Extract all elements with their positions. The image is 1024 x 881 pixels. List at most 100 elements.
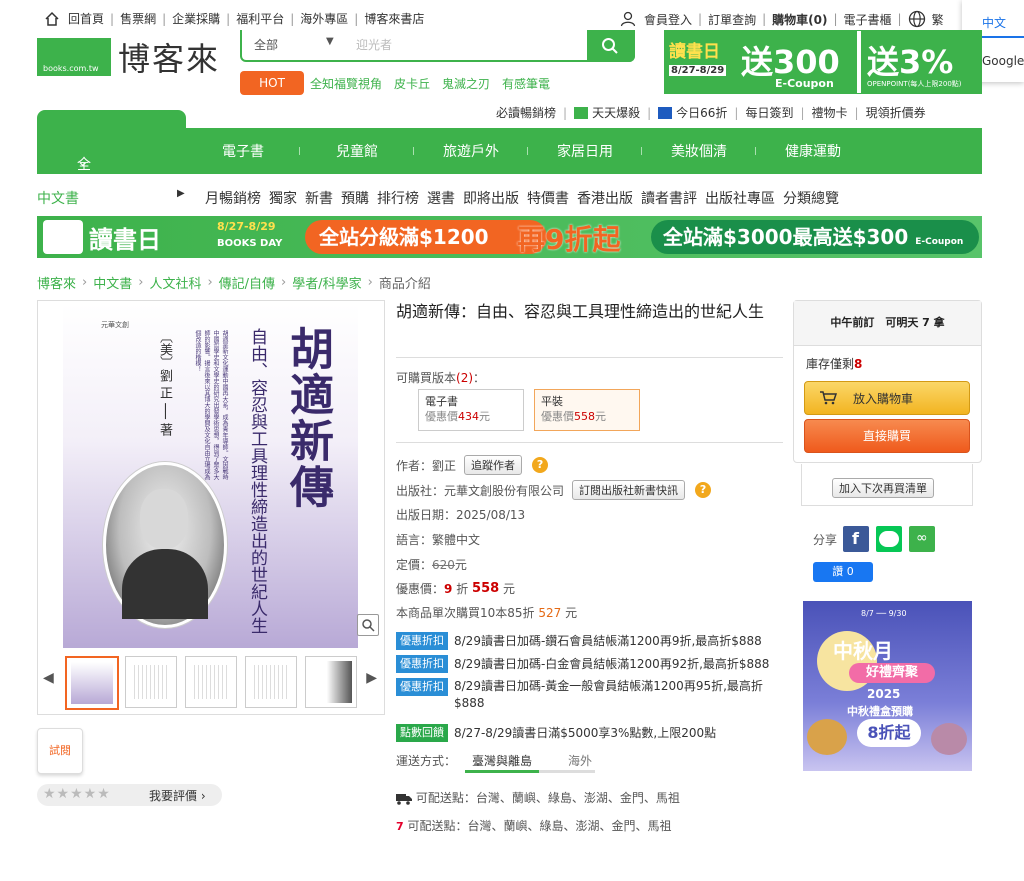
user-icon[interactable] [620,11,636,27]
thumbnail[interactable] [65,656,119,710]
facebook-like-button[interactable]: 讚 0 [813,562,873,582]
help-icon[interactable]: ? [532,457,549,473]
write-review-link[interactable]: 我要評價 › [149,787,206,804]
translate-google-label[interactable]: Google [982,54,1024,68]
tab-overseas[interactable]: 海外 [560,752,600,769]
nav-item-travel[interactable]: 旅遊戶外 [414,141,528,161]
orders-link[interactable]: 訂單查詢 [708,11,756,28]
author-portrait [103,462,227,628]
author-link[interactable]: 劉正 [432,457,456,474]
add-to-wishlist-button[interactable]: 加入下次再買清單 [832,478,934,498]
buy-now-button[interactable]: 直接購買 [804,419,970,453]
tab-taiwan[interactable]: 臺灣與離島 [465,752,539,769]
zoom-button[interactable] [357,614,379,636]
line-share-icon[interactable] [876,526,902,552]
version-option-paperback[interactable]: 平裝 優惠價558元 [534,389,640,431]
cover-title: 胡適新傳 [282,326,333,510]
publisher-link[interactable]: 元華文創股份有限公司 [444,482,564,499]
mid-autumn-ad[interactable]: 8/7 ── 9/30 中秋月 好禮齊聚 2025 中秋禮盒預購 8折起 [803,601,972,771]
top-link-enterprise[interactable]: 企業採購 [172,10,220,27]
language-link[interactable]: 繁 [932,11,944,28]
logo-text[interactable]: 博客來 [118,34,220,80]
category-link[interactable]: 特價書 [527,188,569,208]
category-link[interactable]: 香港出版 [577,188,633,208]
promo-banner-top[interactable]: 讀書日 8/27-8/29 送300 E-Coupon 送3% OPENPOIN… [664,30,982,94]
breadcrumb-link[interactable]: 博客來 [37,273,76,292]
category-current[interactable]: 中文書 [37,188,79,208]
thumbnail[interactable] [125,656,177,708]
top-link-tickets[interactable]: 售票網 [120,10,156,27]
category-link[interactable]: 新書 [305,188,333,208]
thumbnail-strip: ◀ ▶ [37,648,385,714]
category-link[interactable]: 獨家 [269,188,297,208]
chevron-down-icon[interactable]: ▼ [326,36,334,47]
quick-link-66off[interactable]: 今日66折 [676,104,727,121]
hot-keyword[interactable]: 全知福覽視角 [310,75,382,92]
nav-item-kids[interactable]: 兒童館 [300,141,414,161]
hot-keyword[interactable]: 有感筆電 [502,75,550,92]
subscribe-publisher-button[interactable]: 訂閱出版社新書快訊 [572,480,686,500]
books-day-banner[interactable]: 讀書日 8/27-8/29 BOOKS DAY 全站分級滿$1200 再9折起 … [37,216,982,258]
thumbnail-next-arrow[interactable]: ▶ [366,670,377,686]
translate-lang-tab[interactable]: 中文 [982,14,1006,31]
category-link[interactable]: 排行榜 [377,188,419,208]
buy-box: 中午前訂 可明天 7 拿 庫存僅剩8 放入購物車 直接購買 [793,300,982,463]
follow-author-button[interactable]: 追蹤作者 [464,455,523,475]
top-link-bookstore[interactable]: 博客來書店 [364,10,424,27]
category-link[interactable]: 預購 [341,188,369,208]
top-link-welfare[interactable]: 福利平台 [236,10,284,27]
nav-item-health[interactable]: 健康運動 [756,141,870,161]
hot-keyword[interactable]: 皮卡丘 [394,75,430,92]
globe-icon[interactable] [908,10,926,28]
thumbnail[interactable] [245,656,297,708]
top-link-overseas[interactable]: 海外專區 [300,10,348,27]
language-row: 語言： 繁體中文 [396,531,480,548]
home-icon[interactable] [44,11,60,27]
trial-read-button[interactable]: 試閱 [37,728,83,774]
category-link[interactable]: 出版社專區 [705,188,775,208]
thumbnail[interactable] [185,656,237,708]
wishlist-box: 加入下次再買清單 [801,464,973,506]
quick-link-checkin[interactable]: 每日簽到 [745,104,793,121]
category-link[interactable]: 讀者書評 [641,188,697,208]
thumbnail[interactable] [305,656,357,708]
nav-item-ebooks[interactable]: 電子書 [186,141,300,161]
version-option-ebook[interactable]: 電子書 優惠價434元 [418,389,524,431]
book-cover-image[interactable]: 元華文創 胡適新傳 自由、容忍與工具理性締造出的世紀人生 胡適是新文化運動中國再… [63,304,358,648]
search-button[interactable] [587,30,635,62]
facebook-share-icon[interactable]: f [843,526,869,552]
search-input[interactable]: 迎光者 [356,36,392,53]
hot-keyword[interactable]: 鬼滅之刃 [442,75,490,92]
banner-points-block: 送3% OPENPOINT(每人上限200點) [861,31,981,93]
login-link[interactable]: 會員登入 [644,11,692,28]
nav-item-beauty[interactable]: 美妝個清 [642,141,756,161]
quick-link-coupon[interactable]: 現領折價券 [866,104,926,121]
breadcrumb-link[interactable]: 中文書 [93,273,132,292]
quick-link-daily-deal[interactable]: 天天爆殺 [592,104,640,121]
category-link[interactable]: 月暢銷榜 [205,188,261,208]
ebook-shelf-link[interactable]: 電子書櫃 [844,11,892,28]
date-label: 出版日期： [396,508,457,522]
quick-link-giftcard[interactable]: 禮物卡 [812,104,848,121]
breadcrumb-link[interactable]: 傳記/自傳 [219,273,275,292]
category-link[interactable]: 分類總覽 [783,188,839,208]
search-category[interactable]: 全部 [254,36,278,53]
link-share-icon[interactable]: ∞ [909,526,935,552]
portrait-face [140,489,188,549]
quick-link-bestseller[interactable]: 必讀暢銷榜 [496,104,556,121]
thumbnail-prev-arrow[interactable]: ◀ [43,670,54,686]
all-categories-button[interactable]: 全站分類 ⌄ [37,110,186,233]
logo-mark[interactable]: books.com.tw [37,38,111,76]
add-to-cart-button[interactable]: 放入購物車 [804,381,970,415]
rating-bar[interactable]: ★★★★★ 我要評價 › [37,784,222,806]
category-link[interactable]: 即將出版 [463,188,519,208]
cart-link[interactable]: 購物車(0) [772,11,827,28]
help-icon[interactable]: ? [695,482,712,498]
breadcrumb-link[interactable]: 學者/科學家 [292,273,361,292]
banner-offer-2: 再9折起 [517,223,621,256]
breadcrumb-link[interactable]: 人文社科 [149,273,201,292]
nav-item-home[interactable]: 家居日用 [528,141,642,161]
category-link[interactable]: 選書 [427,188,455,208]
home-link[interactable]: 回首頁 [68,10,104,27]
banner-event-title: 讀書日 [669,42,720,62]
